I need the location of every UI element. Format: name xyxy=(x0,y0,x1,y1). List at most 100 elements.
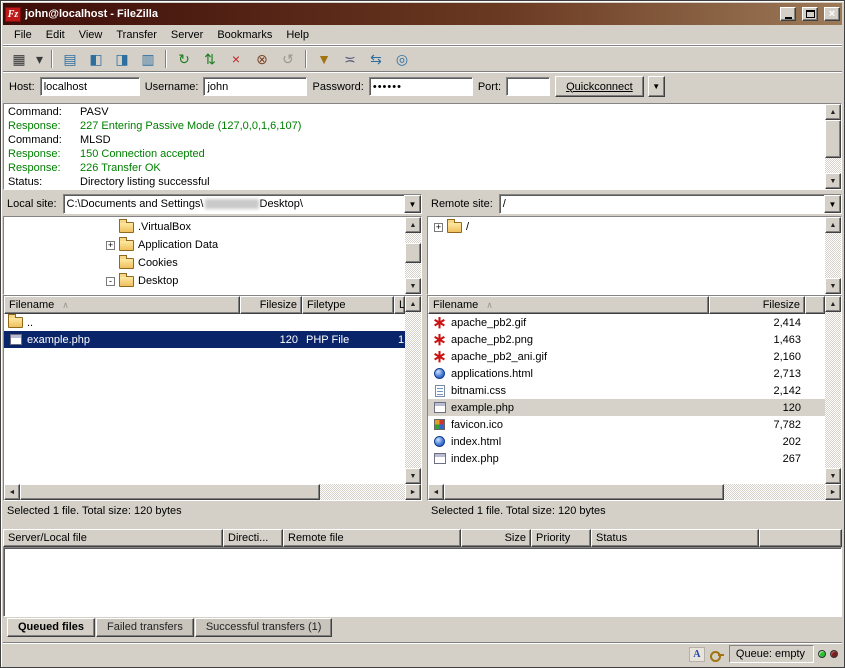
tab-failed-transfers[interactable]: Failed transfers xyxy=(96,618,194,637)
file-row[interactable]: apache_pb2.gif 2,414 xyxy=(428,314,825,331)
encryption-key-icon[interactable] xyxy=(709,647,725,662)
scroll-left-icon[interactable]: ◄ xyxy=(4,484,20,500)
column-status[interactable]: Status xyxy=(591,529,759,547)
scroll-up-icon[interactable]: ▲ xyxy=(405,217,421,233)
file-row-example-php-selected[interactable]: example.php 120 xyxy=(428,399,825,416)
column-direction[interactable]: Directi... xyxy=(223,529,283,547)
file-row[interactable]: apache_pb2_ani.gif 2,160 xyxy=(428,348,825,365)
column-filesize[interactable]: Filesize xyxy=(709,296,805,314)
toggle-message-log-icon[interactable]: ▤ xyxy=(58,48,82,69)
local-list-hscrollbar[interactable]: ◄ ► xyxy=(4,484,421,500)
synchronized-browsing-icon[interactable]: ⇆ xyxy=(364,48,388,69)
column-priority[interactable]: Priority xyxy=(531,529,591,547)
file-row[interactable]: favicon.ico 7,782 xyxy=(428,416,825,433)
column-size[interactable]: Size xyxy=(461,529,531,547)
tab-successful-transfers[interactable]: Successful transfers (1) xyxy=(195,618,333,637)
tree-item-virtualbox[interactable]: .VirtualBox xyxy=(4,218,405,236)
toggle-remote-tree-icon[interactable]: ◨ xyxy=(110,48,134,69)
file-row[interactable]: apache_pb2.png 1,463 xyxy=(428,331,825,348)
site-manager-icon[interactable]: ▦ xyxy=(7,48,31,69)
maximize-button[interactable] xyxy=(802,7,818,21)
toggle-local-tree-icon[interactable]: ◧ xyxy=(84,48,108,69)
scroll-up-icon[interactable]: ▲ xyxy=(405,296,421,312)
tab-queued-files[interactable]: Queued files xyxy=(7,618,95,637)
host-input[interactable] xyxy=(40,77,140,96)
file-row[interactable]: applications.html 2,713 xyxy=(428,365,825,382)
scroll-up-icon[interactable]: ▲ xyxy=(825,217,841,233)
reconnect-icon[interactable]: ↺ xyxy=(276,48,300,69)
quickconnect-button[interactable]: Quickconnect xyxy=(555,76,644,97)
column-filetype[interactable]: Filetype xyxy=(302,296,394,314)
local-list-vscrollbar[interactable]: ▲ ▼ xyxy=(405,296,421,484)
column-filename[interactable]: Filename∧ xyxy=(4,296,240,314)
menu-view[interactable]: View xyxy=(72,27,110,43)
expander-plus-icon[interactable]: + xyxy=(434,223,443,232)
filter-icon[interactable]: ▼ xyxy=(312,48,336,69)
menu-edit[interactable]: Edit xyxy=(39,27,72,43)
scroll-down-icon[interactable]: ▼ xyxy=(405,278,421,294)
scroll-left-icon[interactable]: ◄ xyxy=(428,484,444,500)
filezilla-app-icon[interactable]: Fz xyxy=(5,7,21,22)
disconnect-icon[interactable]: ⊗ xyxy=(250,48,274,69)
directory-comparison-icon[interactable]: ≍ xyxy=(338,48,362,69)
menu-transfer[interactable]: Transfer xyxy=(109,27,164,43)
scroll-right-icon[interactable]: ► xyxy=(405,484,421,500)
column-remote-file[interactable]: Remote file xyxy=(283,529,461,547)
scrollbar-thumb[interactable] xyxy=(825,120,841,158)
remote-list-hscrollbar[interactable]: ◄ ► xyxy=(428,484,841,500)
chevron-down-icon[interactable]: ▼ xyxy=(824,195,841,213)
scroll-down-icon[interactable]: ▼ xyxy=(825,278,841,294)
scroll-down-icon[interactable]: ▼ xyxy=(825,173,841,189)
tree-item-desktop[interactable]: - Desktop xyxy=(4,272,405,290)
remote-list-vscrollbar[interactable]: ▲ ▼ xyxy=(825,296,841,484)
queue-list[interactable] xyxy=(3,547,842,617)
column-filesize[interactable]: Filesize xyxy=(240,296,302,314)
menu-help[interactable]: Help xyxy=(279,27,316,43)
minimize-button[interactable] xyxy=(780,7,796,21)
tree-item-cookies[interactable]: Cookies xyxy=(4,254,405,272)
scrollbar-thumb[interactable] xyxy=(444,484,724,500)
port-input[interactable] xyxy=(506,77,550,96)
file-row[interactable]: index.html 202 xyxy=(428,433,825,450)
scroll-right-icon[interactable]: ► xyxy=(825,484,841,500)
message-log-lines[interactable]: Command:PASV Response:227 Entering Passi… xyxy=(4,104,825,189)
column-last-modified[interactable]: Last modified xyxy=(394,296,405,314)
log-scrollbar[interactable]: ▲ ▼ xyxy=(825,104,841,189)
queue-splitter[interactable] xyxy=(3,520,842,529)
file-row-parent-dir[interactable]: .. xyxy=(4,314,405,331)
tree-item-application-data[interactable]: + Application Data xyxy=(4,236,405,254)
scrollbar-thumb[interactable] xyxy=(20,484,320,500)
scrollbar-thumb[interactable] xyxy=(405,243,421,263)
local-tree-scrollbar[interactable]: ▲ ▼ xyxy=(405,217,421,294)
file-row[interactable]: index.php 267 xyxy=(428,450,825,467)
username-input[interactable] xyxy=(203,77,307,96)
column-filename[interactable]: Filename∧ xyxy=(428,296,709,314)
remote-site-combobox[interactable]: / ▼ xyxy=(499,194,842,214)
find-files-icon[interactable]: ◎ xyxy=(390,48,414,69)
data-type-icon[interactable]: A xyxy=(689,647,705,662)
toggle-queue-icon[interactable]: ▥ xyxy=(136,48,160,69)
process-queue-icon[interactable]: ⇅ xyxy=(198,48,222,69)
remote-tree-scrollbar[interactable]: ▲ ▼ xyxy=(825,217,841,294)
chevron-down-icon[interactable]: ▼ xyxy=(404,195,421,213)
menu-file[interactable]: File xyxy=(7,27,39,43)
site-manager-dropdown-icon[interactable]: ▾ xyxy=(33,48,46,69)
title-bar[interactable]: Fz john@localhost - FileZilla × xyxy=(3,3,842,25)
password-input[interactable] xyxy=(369,77,473,96)
menu-bookmarks[interactable]: Bookmarks xyxy=(210,27,279,43)
close-button[interactable]: × xyxy=(824,7,840,21)
expander-minus-icon[interactable]: - xyxy=(106,277,115,286)
quickconnect-dropdown-icon[interactable]: ▼ xyxy=(648,76,665,97)
expander-plus-icon[interactable]: + xyxy=(106,241,115,250)
local-site-combobox[interactable]: C:\Documents and Settings\Desktop\ ▼ xyxy=(63,194,422,214)
cancel-icon[interactable]: × xyxy=(224,48,248,69)
scroll-up-icon[interactable]: ▲ xyxy=(825,296,841,312)
tree-item-root[interactable]: + / xyxy=(428,218,825,236)
refresh-icon[interactable]: ↻ xyxy=(172,48,196,69)
scroll-down-icon[interactable]: ▼ xyxy=(405,468,421,484)
remote-path[interactable]: / xyxy=(500,195,824,213)
scroll-up-icon[interactable]: ▲ xyxy=(825,104,841,120)
scroll-down-icon[interactable]: ▼ xyxy=(825,468,841,484)
column-server-local-file[interactable]: Server/Local file xyxy=(3,529,223,547)
file-row[interactable]: bitnami.css 2,142 xyxy=(428,382,825,399)
